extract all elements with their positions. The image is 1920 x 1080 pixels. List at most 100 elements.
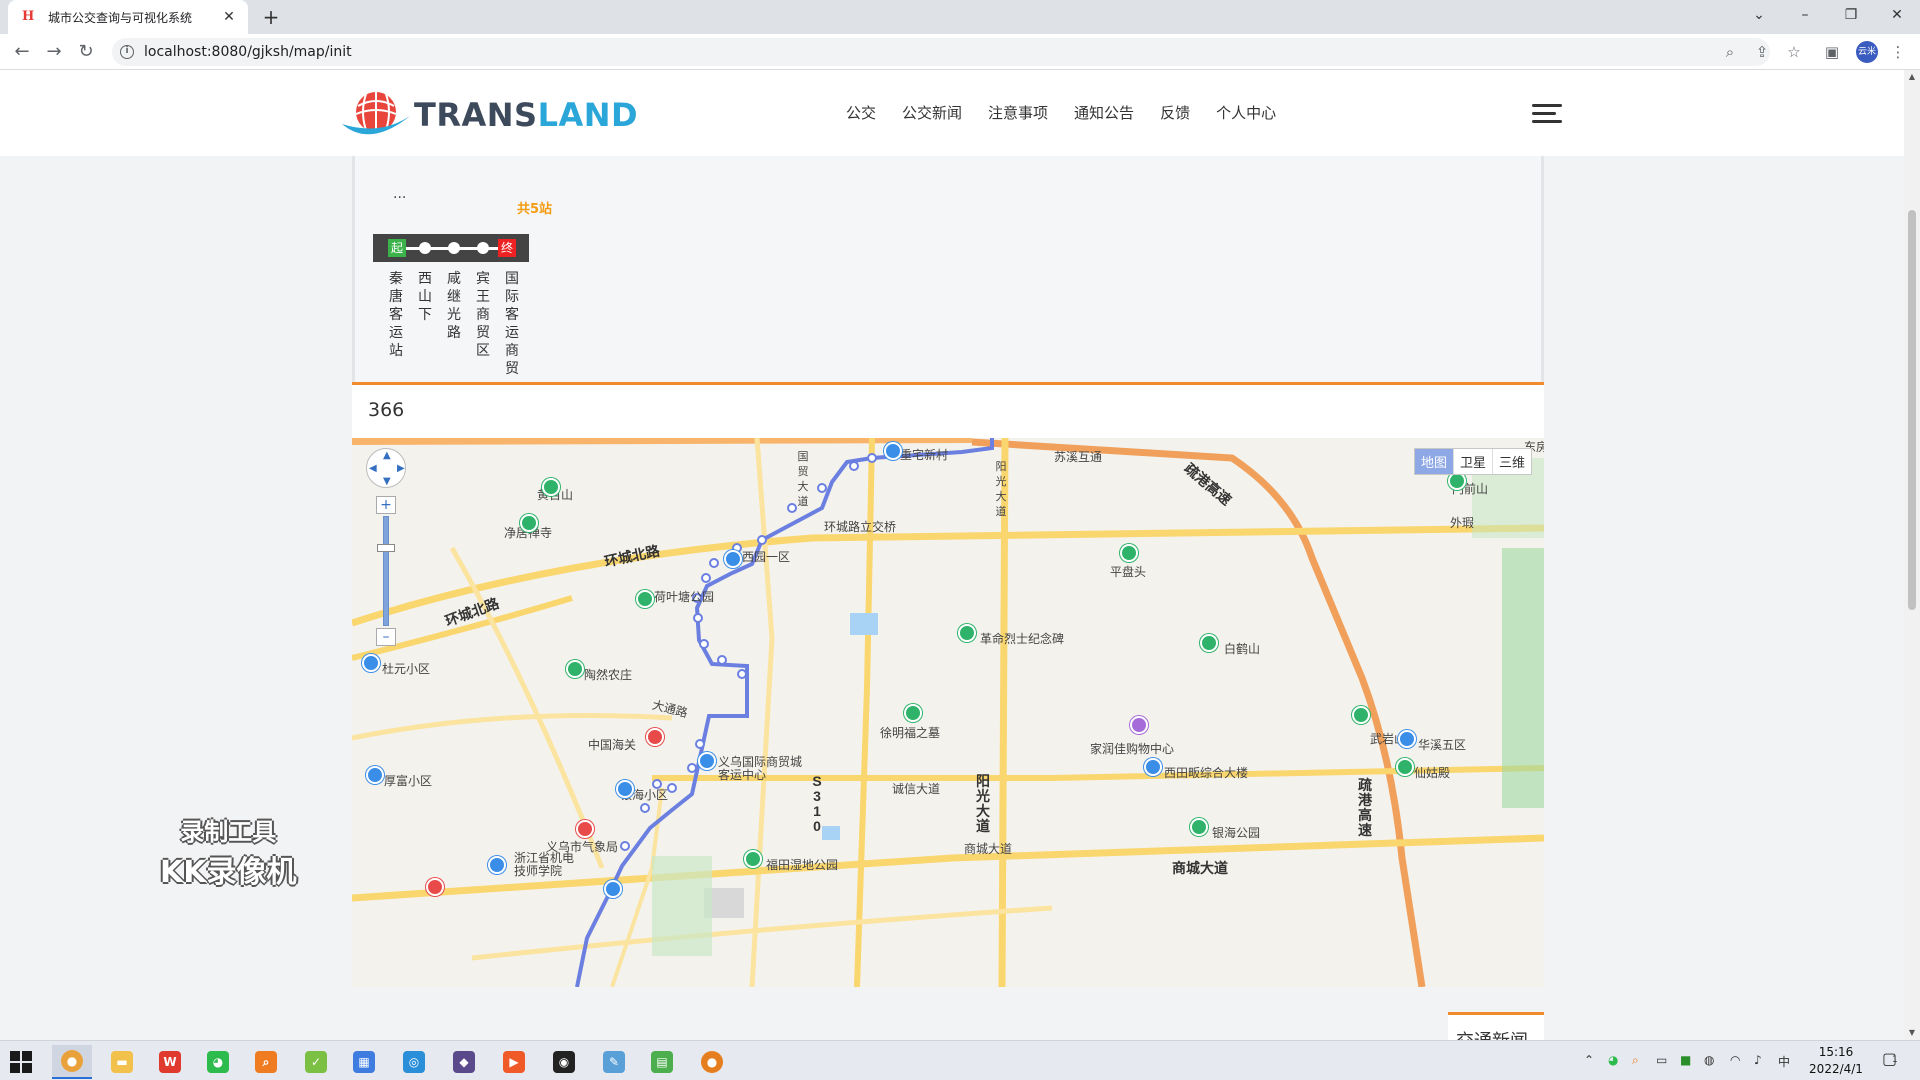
windows-start-icon[interactable] [10, 1051, 32, 1073]
restore-button[interactable]: ❐ [1828, 0, 1874, 30]
poi-mountain-icon[interactable] [1200, 634, 1218, 652]
poi-mountain-icon[interactable] [1120, 544, 1138, 562]
zoom-track[interactable] [383, 516, 389, 626]
close-window-button[interactable]: ✕ [1874, 0, 1920, 30]
forward-icon[interactable]: → [40, 38, 68, 66]
qq-icon[interactable]: ◉ [544, 1045, 584, 1079]
poi-building-icon[interactable] [1144, 758, 1162, 776]
editor-app-icon[interactable]: ✎ [594, 1045, 634, 1079]
zoom-out-button[interactable]: – [376, 628, 396, 646]
reload-icon[interactable]: ↻ [72, 38, 100, 66]
back-icon[interactable]: ← [8, 38, 36, 66]
search-app-icon[interactable]: ⌕ [246, 1045, 286, 1079]
poi-marker-icon[interactable] [426, 878, 444, 896]
stop-name[interactable]: 国际客运商贸 [504, 270, 520, 378]
stop-name[interactable]: 咸继光路 [446, 270, 462, 342]
map-canvas[interactable]: 黄百山 净居禅寺 环城北路 环城北路 环城路立交桥 西园一区 荷叶塘公园 重宅新… [352, 438, 1544, 987]
zoom-in-button[interactable]: + [376, 496, 396, 514]
wechat-icon[interactable]: ◕ [198, 1045, 238, 1079]
minimize-button[interactable]: – [1782, 0, 1828, 30]
stop-name[interactable]: 秦唐客运站 [388, 270, 404, 360]
browser-menu-icon[interactable]: ⋮ [1888, 42, 1908, 62]
share-icon[interactable]: ⇪ [1752, 42, 1772, 62]
poi-tomb-icon[interactable] [904, 704, 922, 722]
poi-customs-icon[interactable] [646, 728, 664, 746]
poi-mountain-icon[interactable] [1352, 706, 1370, 724]
chrome-taskbar-icon[interactable]: ● [52, 1045, 92, 1079]
url-field[interactable]: i localhost:8080/gjksh/map/init [112, 38, 1770, 66]
bookmark-star-icon[interactable]: ☆ [1784, 42, 1804, 62]
site-info-icon[interactable]: i [120, 45, 134, 59]
poi-residence-icon[interactable] [362, 654, 380, 672]
wps-icon[interactable]: W [150, 1045, 190, 1079]
tray-app-icon[interactable]: ■ [1680, 1053, 1691, 1067]
poi-shopping-icon[interactable] [1130, 716, 1148, 734]
map-type-map[interactable]: 地图 [1414, 449, 1453, 474]
map-label: 厚富小区 [384, 774, 433, 788]
zoom-slider-thumb[interactable] [377, 544, 395, 552]
tray-network-icon[interactable]: ▭ [1656, 1053, 1667, 1067]
site-header: TRANSLAND 公交 公交新闻 注意事项 通知公告 反馈 个人中心 [0, 70, 1904, 156]
stop-name[interactable]: 西山下 [417, 270, 433, 324]
map-type-3d[interactable]: 三维 [1491, 449, 1531, 474]
dashboard-app-icon[interactable]: ▦ [344, 1045, 384, 1079]
page-scrollbar[interactable]: ▲ ▼ [1904, 70, 1920, 1040]
poi-residence-icon[interactable] [366, 766, 384, 784]
poi-residence-icon[interactable] [604, 880, 622, 898]
ime-indicator[interactable]: 中 [1778, 1053, 1790, 1070]
side-panel-icon[interactable]: ▣ [1822, 42, 1842, 62]
globe-logo-icon [342, 92, 410, 135]
tray-globe-icon[interactable]: ◍ [1704, 1053, 1714, 1067]
green-app-icon[interactable]: ✓ [296, 1045, 336, 1079]
nav-announcements[interactable]: 通知公告 [1074, 102, 1134, 123]
nav-feedback[interactable]: 反馈 [1160, 102, 1190, 123]
stop-name[interactable]: 宾王商贸区 [475, 270, 491, 360]
file-explorer-icon[interactable]: ▬ [102, 1045, 142, 1079]
poi-memorial-icon[interactable] [958, 624, 976, 642]
site-logo[interactable]: TRANSLAND [340, 86, 638, 142]
tray-wechat-icon[interactable]: ◕ [1608, 1053, 1618, 1067]
poi-farm-icon[interactable] [566, 660, 584, 678]
profile-avatar[interactable]: 云米 [1856, 41, 1878, 63]
recorder-app-icon[interactable]: ● [692, 1045, 732, 1079]
hamburger-menu-icon[interactable] [1532, 104, 1562, 126]
tray-expand-icon[interactable]: ⌃ [1584, 1053, 1594, 1067]
traffic-news-tab[interactable]: 交通新闻 [1448, 1012, 1544, 1040]
poi-temple-icon[interactable] [520, 514, 538, 532]
tray-search-icon[interactable]: ⌕ [1632, 1053, 1639, 1068]
system-clock[interactable]: 15:16 2022/4/1 [1808, 1044, 1864, 1078]
poi-residence-icon[interactable] [724, 550, 742, 568]
poi-temple-icon[interactable] [1396, 758, 1414, 776]
new-tab-button[interactable]: + [258, 4, 284, 30]
poi-residence-icon[interactable] [884, 442, 902, 460]
map-type-satellite[interactable]: 卫星 [1452, 449, 1492, 474]
map-pan-control[interactable]: ▲ ▼ ◀ ▶ [366, 448, 406, 488]
nav-bus-news[interactable]: 公交新闻 [902, 102, 962, 123]
poi-residence-icon[interactable] [616, 780, 634, 798]
notepad-app-icon[interactable]: ▤ [642, 1045, 682, 1079]
poi-park-icon[interactable] [542, 478, 560, 496]
tab-close-icon[interactable]: ✕ [220, 9, 238, 25]
poi-school-icon[interactable] [488, 856, 506, 874]
map-zoom-control[interactable]: + – [376, 496, 396, 646]
poi-park-icon[interactable] [744, 850, 762, 868]
map-label: 国贸大道 [797, 451, 809, 508]
poi-bus-station-icon[interactable] [698, 752, 716, 770]
zoom-icon[interactable]: ⌕ [1720, 42, 1740, 62]
poi-weather-icon[interactable] [576, 820, 594, 838]
poi-park-icon[interactable] [636, 590, 654, 608]
browser-app-icon[interactable]: ◎ [394, 1045, 434, 1079]
browser-tab[interactable]: H 城市公交查询与可视化系统 ✕ [8, 0, 248, 34]
tab-search-icon[interactable]: ⌄ [1736, 0, 1782, 30]
tray-volume-icon[interactable]: ♪ [1754, 1053, 1762, 1067]
tray-wifi-icon[interactable]: ◠ [1730, 1053, 1740, 1067]
nav-profile[interactable]: 个人中心 [1216, 102, 1276, 123]
game-app-icon[interactable]: ◆ [444, 1045, 484, 1079]
media-app-icon[interactable]: ▶ [494, 1045, 534, 1079]
map-label: 阳光大道 [995, 461, 1007, 518]
nav-notes[interactable]: 注意事项 [988, 102, 1048, 123]
poi-park-icon[interactable] [1190, 818, 1208, 836]
nav-bus[interactable]: 公交 [846, 102, 876, 123]
scrollbar-thumb[interactable] [1908, 210, 1916, 610]
poi-residence-icon[interactable] [1398, 730, 1416, 748]
